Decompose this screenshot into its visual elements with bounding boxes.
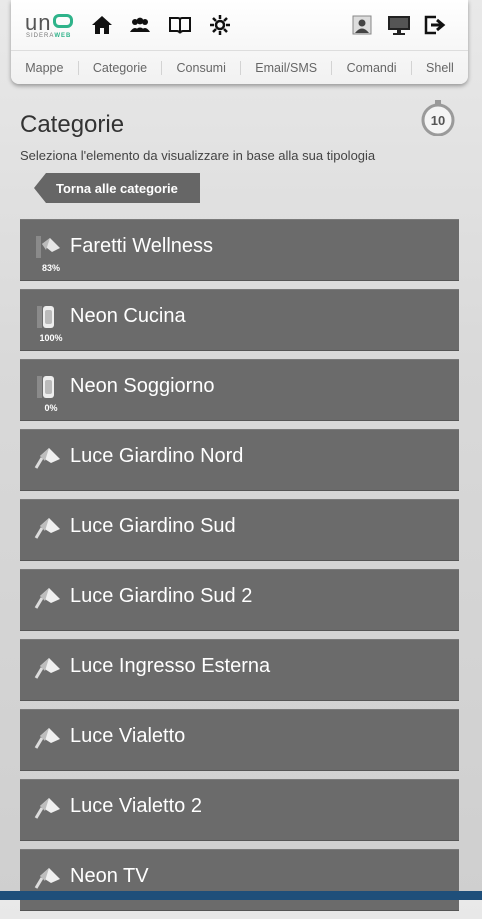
list-item[interactable]: Faretti Wellness 83% — [20, 219, 459, 281]
spotlight-icon — [34, 654, 62, 680]
main-navigation: Mappe Categorie Consumi Email/SMS Comand… — [11, 50, 468, 85]
tab-comandi[interactable]: Comandi — [332, 61, 412, 75]
spotlight-icon — [34, 724, 62, 750]
header-bar: un SIDERAWEB Mappe Categorie Consumi Ema… — [11, 0, 468, 84]
book-icon[interactable] — [167, 12, 193, 38]
item-label: Neon TV — [70, 865, 149, 887]
item-percent: 100% — [39, 333, 63, 343]
monitor-icon[interactable] — [386, 12, 412, 38]
spotlight-icon — [34, 444, 62, 470]
item-label: Faretti Wellness — [70, 235, 214, 257]
item-percent: 0% — [44, 403, 58, 413]
page-subtitle: Seleziona l'elemento da visualizzare in … — [20, 148, 376, 163]
tab-email-sms[interactable]: Email/SMS — [241, 61, 333, 75]
refresh-timer[interactable]: 10 — [421, 100, 455, 137]
list-item[interactable]: Luce Ingresso Esterna — [20, 639, 459, 701]
spotlight-icon — [34, 584, 62, 610]
spotlight-icon — [34, 514, 62, 540]
item-percent: 83% — [41, 263, 60, 273]
item-label: Luce Giardino Sud 2 — [70, 585, 253, 607]
bottom-system-bar — [0, 891, 482, 900]
item-label: Luce Giardino Sud — [70, 515, 236, 537]
list-item[interactable]: Luce Giardino Sud — [20, 499, 459, 561]
category-items-list: Faretti Wellness 83% Neon Cucina 100% Ne… — [20, 219, 459, 919]
item-label: Luce Ingresso Esterna — [70, 655, 271, 677]
list-item[interactable]: Neon Soggiorno 0% — [20, 359, 459, 421]
item-label: Neon Soggiorno — [70, 375, 215, 397]
item-label: Luce Vialetto — [70, 725, 186, 747]
logo-mark — [53, 14, 73, 28]
neon-light-icon — [34, 304, 62, 330]
spotlight-icon — [34, 864, 62, 890]
back-to-categories-button[interactable]: Torna alle categorie — [34, 173, 200, 203]
app-logo[interactable]: un SIDERAWEB — [25, 10, 83, 40]
item-label: Neon Cucina — [70, 305, 186, 327]
tab-shell[interactable]: Shell — [412, 61, 468, 75]
list-item[interactable]: Luce Vialetto — [20, 709, 459, 771]
tab-categorie[interactable]: Categorie — [79, 61, 163, 75]
item-label: Luce Giardino Nord — [70, 445, 244, 467]
user-profile-icon[interactable] — [349, 12, 375, 38]
list-item[interactable]: Neon TV — [20, 849, 459, 911]
tab-consumi[interactable]: Consumi — [162, 61, 242, 75]
page-title: Categorie — [20, 111, 125, 138]
tab-mappe[interactable]: Mappe — [11, 61, 79, 75]
logo-tagline: SIDERAWEB — [26, 33, 72, 39]
settings-gear-icon[interactable] — [207, 12, 233, 38]
timer-value: 10 — [431, 113, 445, 128]
list-item[interactable]: Luce Giardino Sud 2 — [20, 569, 459, 631]
home-icon[interactable] — [89, 12, 115, 38]
list-item[interactable]: Luce Vialetto 2 — [20, 779, 459, 841]
list-item[interactable]: Luce Giardino Nord — [20, 429, 459, 491]
logout-icon[interactable] — [422, 12, 448, 38]
spotlight-icon — [34, 794, 62, 820]
neon-light-icon — [34, 374, 62, 400]
users-icon[interactable] — [127, 12, 153, 38]
item-label: Luce Vialetto 2 — [70, 795, 202, 817]
dimmer-light-icon — [34, 234, 62, 260]
list-item[interactable]: Neon Cucina 100% — [20, 289, 459, 351]
